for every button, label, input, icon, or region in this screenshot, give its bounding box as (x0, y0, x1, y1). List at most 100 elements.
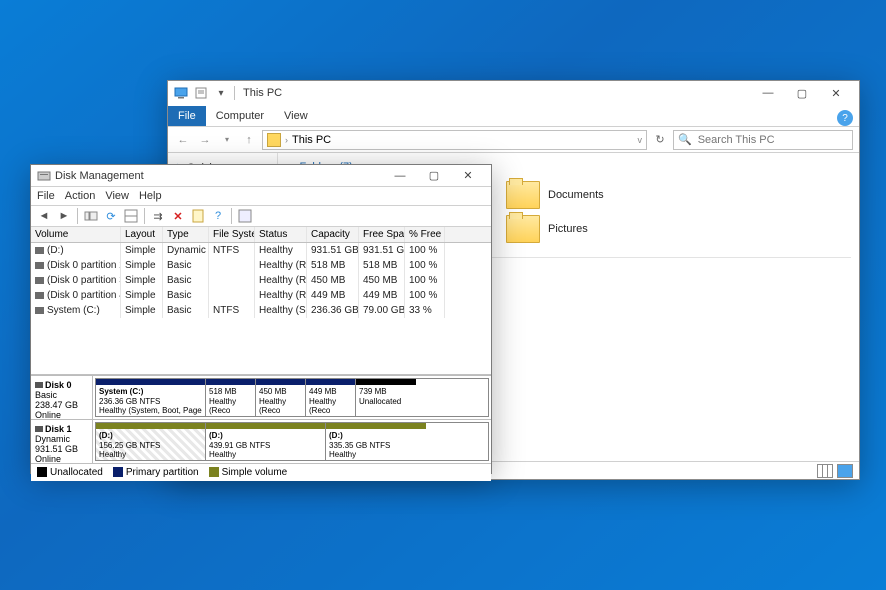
partition-band (206, 423, 325, 429)
dm-close-button[interactable]: ✕ (451, 164, 485, 188)
pc-icon (174, 86, 188, 100)
volume-icon (35, 277, 44, 284)
scope-icon[interactable] (82, 207, 100, 225)
volume-icon (35, 262, 44, 269)
legend-primary: Primary partition (113, 467, 199, 478)
partition-band (306, 379, 355, 385)
col-filesystem[interactable]: File System (209, 227, 255, 242)
col-status[interactable]: Status (255, 227, 307, 242)
partition[interactable]: (D:)156.25 GB NTFSHealthy (96, 423, 206, 460)
properties-icon[interactable] (194, 86, 208, 100)
folder-label: Documents (548, 189, 604, 201)
partition[interactable]: 449 MBHealthy (Reco (306, 379, 356, 416)
help-icon[interactable]: ? (837, 110, 853, 126)
show-hide-icon[interactable] (122, 207, 140, 225)
partition[interactable]: (D:)335.35 GB NTFSHealthy (326, 423, 426, 460)
partition-band (256, 379, 305, 385)
forward-icon[interactable]: ► (55, 207, 73, 225)
folder-item[interactable]: Documents (506, 181, 696, 209)
address-bar[interactable]: › This PC v (262, 130, 647, 150)
dm-maximize-button[interactable]: ▢ (417, 164, 451, 188)
explorer-title: This PC (243, 87, 282, 99)
volume-row[interactable]: (Disk 0 partition 3)SimpleBasicHealthy (… (31, 273, 491, 288)
tab-computer[interactable]: Computer (206, 106, 274, 126)
nav-forward-button[interactable]: → (196, 131, 214, 149)
partition-band (206, 379, 255, 385)
disk-graphical-view[interactable]: Disk 0Basic238.47 GBOnlineSystem (C:)236… (31, 375, 491, 463)
minimize-button[interactable]: — (751, 81, 785, 105)
properties-icon[interactable] (189, 207, 207, 225)
col-pct-free[interactable]: % Free (405, 227, 445, 242)
address-dropdown-chevron[interactable]: v (638, 135, 643, 145)
folder-icon (506, 215, 540, 243)
tab-file[interactable]: File (168, 106, 206, 126)
col-layout[interactable]: Layout (121, 227, 163, 242)
tab-view[interactable]: View (274, 106, 318, 126)
disk-row[interactable]: Disk 0Basic238.47 GBOnlineSystem (C:)236… (31, 375, 491, 419)
partition-band (356, 379, 416, 385)
nav-recent-chevron[interactable]: ▾ (218, 131, 236, 149)
volume-row[interactable]: System (C:)SimpleBasicNTFSHealthy (S...2… (31, 303, 491, 318)
refresh-icon[interactable]: ⟳ (102, 207, 120, 225)
back-icon[interactable]: ◄ (35, 207, 53, 225)
search-input[interactable]: 🔍 (673, 130, 853, 150)
partition[interactable]: 450 MBHealthy (Reco (256, 379, 306, 416)
folder-label: Pictures (548, 223, 588, 235)
menu-file[interactable]: File (37, 190, 55, 202)
view-large-icons-icon[interactable] (837, 464, 853, 478)
explorer-title-bar[interactable]: ▾ This PC — ▢ ✕ (168, 81, 859, 105)
ribbon-tabs: File Computer View ? (168, 105, 859, 127)
partition-band (326, 423, 426, 429)
legend-unallocated: Unallocated (37, 467, 103, 478)
disk-icon (35, 382, 43, 388)
menu-action[interactable]: Action (65, 190, 96, 202)
col-free[interactable]: Free Spa... (359, 227, 405, 242)
refresh-button[interactable]: ↻ (651, 131, 669, 149)
menu-help[interactable]: Help (139, 190, 162, 202)
legend-simple: Simple volume (209, 467, 288, 478)
partition-container: System (C:)236.36 GB NTFSHealthy (System… (95, 378, 489, 417)
nav-up-button[interactable]: ↑ (240, 131, 258, 149)
menu-view[interactable]: View (105, 190, 129, 202)
volume-list-header[interactable]: Volume Layout Type File System Status Ca… (31, 227, 491, 243)
partition[interactable]: (D:)439.91 GB NTFSHealthy (206, 423, 326, 460)
dm-legend: Unallocated Primary partition Simple vol… (31, 463, 491, 481)
folder-item[interactable]: Pictures (506, 215, 696, 243)
search-icon: 🔍 (678, 133, 692, 146)
col-capacity[interactable]: Capacity (307, 227, 359, 242)
partition[interactable]: System (C:)236.36 GB NTFSHealthy (System… (96, 379, 206, 416)
connect-icon[interactable]: ⇉ (149, 207, 167, 225)
folder-icon (506, 181, 540, 209)
search-field[interactable] (696, 133, 848, 147)
disk-management-window: Disk Management — ▢ ✕ File Action View H… (30, 164, 492, 474)
disk-icon (35, 426, 43, 432)
volume-list[interactable]: Volume Layout Type File System Status Ca… (31, 227, 491, 375)
dm-menu-bar: File Action View Help (31, 187, 491, 205)
dm-title-bar[interactable]: Disk Management — ▢ ✕ (31, 165, 491, 187)
dm-minimize-button[interactable]: — (383, 164, 417, 188)
disk-mgmt-icon (37, 169, 51, 183)
view-details-icon[interactable] (817, 464, 833, 478)
volume-icon (35, 292, 44, 299)
partition[interactable]: 739 MBUnallocated (356, 379, 416, 416)
quick-access-toolbar: ▾ (174, 86, 235, 100)
col-type[interactable]: Type (163, 227, 209, 242)
qat-chevron-icon[interactable]: ▾ (214, 86, 228, 100)
settings-icon[interactable] (236, 207, 254, 225)
maximize-button[interactable]: ▢ (785, 81, 819, 105)
close-button[interactable]: ✕ (819, 81, 853, 105)
col-volume[interactable]: Volume (31, 227, 121, 242)
nav-back-button[interactable]: ← (174, 131, 192, 149)
volume-icon (35, 307, 44, 314)
volume-row[interactable]: (Disk 0 partition 4)SimpleBasicHealthy (… (31, 288, 491, 303)
help-toolbar-icon[interactable]: ? (209, 207, 227, 225)
delete-icon[interactable]: ✕ (169, 207, 187, 225)
partition[interactable]: 518 MBHealthy (Reco (206, 379, 256, 416)
volume-row[interactable]: (D:)SimpleDynamicNTFSHealthy931.51 GB931… (31, 243, 491, 258)
disk-row[interactable]: Disk 1Dynamic931.51 GBOnline(D:)156.25 G… (31, 419, 491, 463)
partition-band (96, 423, 205, 429)
volume-row[interactable]: (Disk 0 partition 2)SimpleBasicHealthy (… (31, 258, 491, 273)
address-segment[interactable]: This PC (292, 134, 331, 146)
dm-title-text: Disk Management (55, 170, 144, 182)
volume-icon (35, 247, 44, 254)
